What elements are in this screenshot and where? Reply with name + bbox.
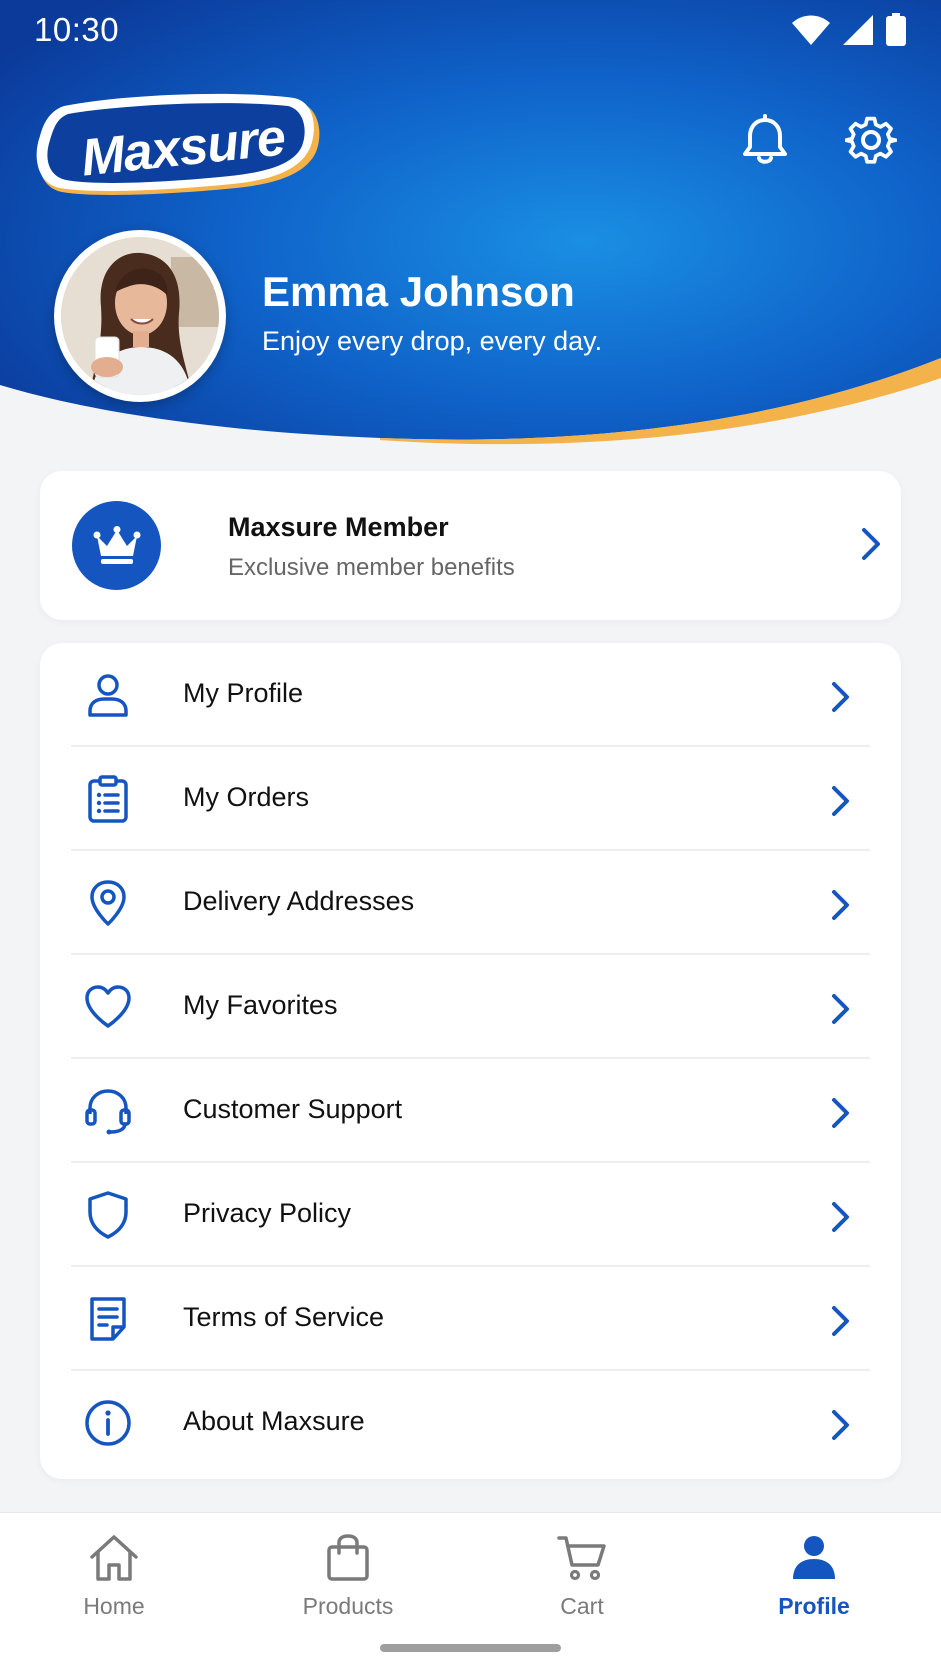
menu-item-label: Customer Support bbox=[183, 1094, 403, 1124]
menu-item-terms-of-service[interactable]: Terms of Service bbox=[40, 1267, 901, 1371]
settings-button[interactable] bbox=[841, 110, 901, 170]
menu-item-about-maxsure[interactable]: About Maxsure bbox=[40, 1371, 901, 1475]
status-icons bbox=[791, 13, 907, 47]
menu-item-label: My Orders bbox=[183, 782, 310, 812]
user-tagline: Enjoy every drop, every day. bbox=[262, 326, 603, 356]
nav-profile[interactable]: Profile bbox=[734, 1533, 894, 1633]
chevron-right-icon bbox=[832, 890, 849, 920]
menu-item-my-orders[interactable]: My Orders bbox=[40, 747, 901, 851]
signal-icon bbox=[843, 15, 873, 45]
clipboard-list-icon bbox=[82, 773, 134, 825]
home-icon bbox=[90, 1535, 138, 1581]
chevron-right-icon bbox=[832, 786, 849, 816]
menu-item-label: Delivery Addresses bbox=[183, 886, 415, 916]
crown-icon bbox=[93, 525, 140, 564]
info-icon bbox=[82, 1397, 134, 1449]
membership-subtitle: Exclusive member benefits bbox=[228, 554, 515, 581]
nav-cart[interactable]: Cart bbox=[502, 1533, 662, 1633]
menu-item-label: About Maxsure bbox=[183, 1406, 365, 1436]
menu-item-label: My Profile bbox=[183, 678, 304, 708]
menu-item-label: My Favorites bbox=[183, 990, 338, 1020]
chevron-right-icon bbox=[862, 528, 880, 560]
settings-menu: My Profile My Orders Delivery Addresses … bbox=[40, 643, 901, 1479]
location-pin-icon bbox=[82, 877, 134, 929]
profile-icon bbox=[793, 1536, 835, 1579]
menu-item-privacy-policy[interactable]: Privacy Policy bbox=[40, 1163, 901, 1267]
user-icon bbox=[82, 669, 134, 721]
wifi-icon bbox=[792, 15, 830, 45]
menu-item-my-profile[interactable]: My Profile bbox=[40, 643, 901, 747]
document-icon bbox=[82, 1293, 134, 1345]
user-name: Emma Johnson bbox=[262, 268, 575, 315]
menu-item-label: Privacy Policy bbox=[183, 1198, 352, 1228]
chevron-right-icon bbox=[832, 1306, 849, 1336]
menu-item-customer-support[interactable]: Customer Support bbox=[40, 1059, 901, 1163]
avatar[interactable] bbox=[54, 230, 226, 402]
membership-badge bbox=[72, 501, 161, 590]
nav-products[interactable]: Products bbox=[268, 1533, 428, 1633]
menu-item-label: Terms of Service bbox=[183, 1302, 385, 1332]
membership-title: Maxsure Member bbox=[228, 512, 449, 542]
nav-label: Products bbox=[302, 1593, 394, 1619]
gear-icon bbox=[845, 116, 897, 164]
chevron-right-icon bbox=[832, 1202, 849, 1232]
chevron-right-icon bbox=[832, 994, 849, 1024]
chevron-right-icon bbox=[832, 1410, 849, 1440]
profile-header: 10:30 Maxsure Emma Johnson Enjoy every d… bbox=[0, 0, 941, 460]
membership-card[interactable]: Maxsure Member Exclusive member benefits bbox=[40, 471, 901, 620]
shopping-bag-icon bbox=[327, 1534, 369, 1581]
notifications-button[interactable] bbox=[735, 110, 795, 170]
headset-icon bbox=[82, 1085, 134, 1137]
home-indicator[interactable] bbox=[380, 1644, 561, 1652]
nav-label: Home bbox=[83, 1593, 145, 1619]
nav-label: Profile bbox=[778, 1593, 850, 1619]
heart-icon bbox=[82, 981, 134, 1033]
battery-icon bbox=[886, 13, 906, 46]
status-time: 10:30 bbox=[34, 11, 120, 48]
chevron-right-icon bbox=[832, 682, 849, 712]
menu-item-my-favorites[interactable]: My Favorites bbox=[40, 955, 901, 1059]
chevron-right-icon bbox=[832, 1098, 849, 1128]
status-bar: 10:30 bbox=[0, 0, 941, 60]
menu-item-delivery-addresses[interactable]: Delivery Addresses bbox=[40, 851, 901, 955]
nav-home[interactable]: Home bbox=[34, 1533, 194, 1633]
nav-label: Cart bbox=[560, 1593, 604, 1619]
bell-icon bbox=[743, 114, 787, 164]
avatar-photo bbox=[61, 237, 219, 395]
shield-icon bbox=[82, 1189, 134, 1241]
maxsure-logo: Maxsure bbox=[36, 92, 322, 202]
cart-icon bbox=[557, 1536, 606, 1581]
